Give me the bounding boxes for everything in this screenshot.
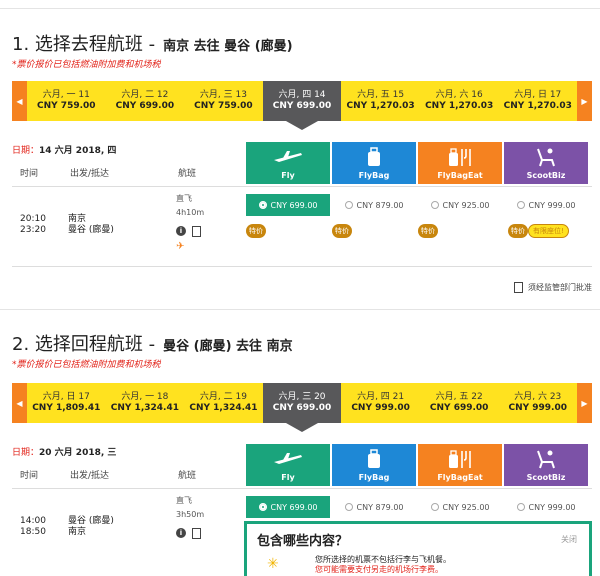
inbound-date-cell[interactable]: 六月, 日 17 CNY 1,809.41 bbox=[27, 383, 106, 423]
fare-tab-scootbiz[interactable]: ScootBiz bbox=[504, 444, 588, 486]
chevron-right-icon: ▶ bbox=[581, 96, 588, 106]
plane-icon bbox=[273, 444, 303, 473]
radio-icon bbox=[516, 201, 525, 209]
fare-tab-fly[interactable]: Fly bbox=[246, 142, 330, 184]
outbound-date-label: 日期：14 六月 2018, 四 bbox=[12, 146, 117, 156]
chevron-left-icon: ◀ bbox=[16, 398, 23, 408]
plane-icon bbox=[273, 142, 303, 171]
inbound-date-bar: ◀ 六月, 日 17 CNY 1,809.41 六月, 一 18 CNY 1,324… bbox=[12, 383, 592, 432]
sun-icon: ✳ bbox=[267, 556, 279, 572]
bag-meal-icon bbox=[447, 142, 473, 171]
col-flight: 航班 bbox=[178, 169, 197, 179]
seat-icon bbox=[535, 142, 557, 171]
radio-icon bbox=[430, 201, 439, 209]
outbound-times: 20:10 23:20 bbox=[20, 214, 46, 235]
radio-icon bbox=[344, 503, 353, 511]
info-icon[interactable]: i bbox=[176, 226, 186, 236]
fare-tab-flybag[interactable]: FlyBag bbox=[332, 142, 416, 184]
inbound-date-cell-selected[interactable]: 六月, 三 20 CNY 699.00 bbox=[262, 383, 342, 432]
inbound-date-cell[interactable]: 六月, 六 23 CNY 999.00 bbox=[498, 383, 577, 423]
inbound-price-flybag[interactable]: CNY 879.00 bbox=[332, 496, 416, 518]
sale-badge: 特价 bbox=[418, 224, 438, 238]
fare-tab-fly[interactable]: Fly bbox=[246, 444, 330, 486]
popup-title: 包含哪些内容？ bbox=[257, 534, 349, 549]
document-icon[interactable] bbox=[192, 226, 201, 237]
radio-icon bbox=[430, 503, 439, 511]
outbound-row-bottom-line bbox=[12, 266, 592, 267]
col-flight: 航班 bbox=[178, 471, 197, 481]
inbound-flight-info: 直飞 3h50m bbox=[176, 496, 205, 519]
radio-icon bbox=[258, 503, 267, 511]
outbound-date-bar: ◀ 六月, 一 11 CNY 759.00 六月, 二 12 CNY 699.00 … bbox=[12, 81, 592, 130]
document-icon bbox=[514, 282, 523, 293]
outbound-date-cell[interactable]: 六月, 五 15 CNY 1,270.03 bbox=[341, 81, 420, 121]
outbound-price-flybag[interactable]: CNY 879.00 bbox=[332, 194, 416, 216]
fare-tab-flybag[interactable]: FlyBag bbox=[332, 444, 416, 486]
fare-includes-popup: 包含哪些内容？ 关闭 ✳ 您所选择的机票不包括行李与飞机餐。 您可能需要支付另走… bbox=[244, 521, 592, 576]
inbound-tax-note: *票价报价已包括燃油附加费和机场税 bbox=[12, 360, 161, 370]
inbound-date-cell[interactable]: 六月, 四 21 CNY 999.00 bbox=[341, 383, 420, 423]
airline-plane-icon: ✈ bbox=[176, 241, 185, 252]
radio-icon bbox=[258, 201, 267, 209]
bag-meal-icon bbox=[447, 444, 473, 473]
prev-week-arrow[interactable]: ◀ bbox=[12, 81, 27, 121]
inbound-times: 14:00 18:50 bbox=[20, 516, 46, 537]
fare-tab-flybageat[interactable]: FlyBagEat bbox=[418, 142, 502, 184]
outbound-cities: 南京 曼谷 (廊曼) bbox=[68, 214, 114, 235]
inbound-price-fly[interactable]: CNY 699.00 bbox=[246, 496, 330, 518]
seat-icon bbox=[535, 444, 557, 473]
outbound-date-cell[interactable]: 六月, 日 17 CNY 1,270.03 bbox=[498, 81, 577, 121]
luggage-icon bbox=[367, 444, 381, 473]
outbound-price-fly[interactable]: CNY 699.00 bbox=[246, 194, 330, 216]
outbound-date-cell[interactable]: 六月, 一 11 CNY 759.00 bbox=[27, 81, 106, 121]
sale-badge: 特价 bbox=[246, 224, 266, 238]
chevron-right-icon: ▶ bbox=[581, 398, 588, 408]
limited-seats-badge: 有限座位! bbox=[528, 224, 569, 238]
outbound-flight-info: 直飞 4h10m bbox=[176, 194, 205, 217]
fare-tab-scootbiz[interactable]: ScootBiz bbox=[504, 142, 588, 184]
inbound-date-cell[interactable]: 六月, 一 18 CNY 1,324.41 bbox=[106, 383, 185, 423]
popup-line2: 您可能需要支付另走的机场行李费。 bbox=[315, 565, 443, 574]
section-divider bbox=[0, 309, 600, 310]
outbound-section-title: 1. 选择去程航班 - 南京 去往 曼谷 (廊曼) bbox=[12, 34, 293, 55]
radio-icon bbox=[344, 201, 353, 209]
radio-icon bbox=[516, 503, 525, 511]
inbound-date-label: 日期：20 六月 2018, 三 bbox=[12, 448, 117, 458]
outbound-price-flybageat[interactable]: CNY 925.00 bbox=[418, 194, 502, 216]
inbound-cities: 曼谷 (廊曼) 南京 bbox=[68, 516, 114, 537]
document-icon[interactable] bbox=[192, 528, 201, 539]
outbound-tax-note: *票价报价已包括燃油附加费和机场税 bbox=[12, 60, 161, 70]
inbound-row-top-line bbox=[12, 488, 592, 489]
prev-week-arrow[interactable]: ◀ bbox=[12, 383, 27, 423]
outbound-date-cell[interactable]: 六月, 三 13 CNY 759.00 bbox=[184, 81, 263, 121]
popup-close-button[interactable]: 关闭 bbox=[561, 534, 577, 545]
next-week-arrow[interactable]: ▶ bbox=[577, 81, 592, 121]
sale-badge: 特价 bbox=[508, 224, 528, 238]
col-time: 时间 bbox=[20, 169, 39, 179]
outbound-date-cell-selected[interactable]: 六月, 四 14 CNY 699.00 bbox=[262, 81, 342, 130]
fare-tab-flybageat[interactable]: FlyBagEat bbox=[418, 444, 502, 486]
next-week-arrow[interactable]: ▶ bbox=[577, 383, 592, 423]
sale-badge: 特价 bbox=[332, 224, 352, 238]
inbound-date-cell[interactable]: 六月, 五 22 CNY 699.00 bbox=[420, 383, 499, 423]
inbound-section-title: 2. 选择回程航班 - 曼谷 (廊曼) 去往 南京 bbox=[12, 334, 293, 355]
luggage-icon bbox=[367, 142, 381, 171]
chevron-left-icon: ◀ bbox=[16, 96, 23, 106]
col-depart-arrive: 出发/抵达 bbox=[70, 169, 110, 179]
inbound-price-scootbiz[interactable]: CNY 999.00 bbox=[504, 496, 588, 518]
col-depart-arrive: 出发/抵达 bbox=[70, 471, 110, 481]
inbound-price-flybageat[interactable]: CNY 925.00 bbox=[418, 496, 502, 518]
outbound-row-top-line bbox=[12, 186, 592, 187]
top-divider bbox=[0, 8, 600, 9]
info-icon[interactable]: i bbox=[176, 528, 186, 538]
outbound-price-scootbiz[interactable]: CNY 999.00 bbox=[504, 194, 588, 216]
outbound-date-cell[interactable]: 六月, 二 12 CNY 699.00 bbox=[106, 81, 185, 121]
regulation-note: 须经监管部门批准 bbox=[514, 282, 592, 293]
inbound-date-cell[interactable]: 六月, 二 19 CNY 1,324.41 bbox=[184, 383, 263, 423]
outbound-date-cell[interactable]: 六月, 六 16 CNY 1,270.03 bbox=[420, 81, 499, 121]
col-time: 时间 bbox=[20, 471, 39, 481]
